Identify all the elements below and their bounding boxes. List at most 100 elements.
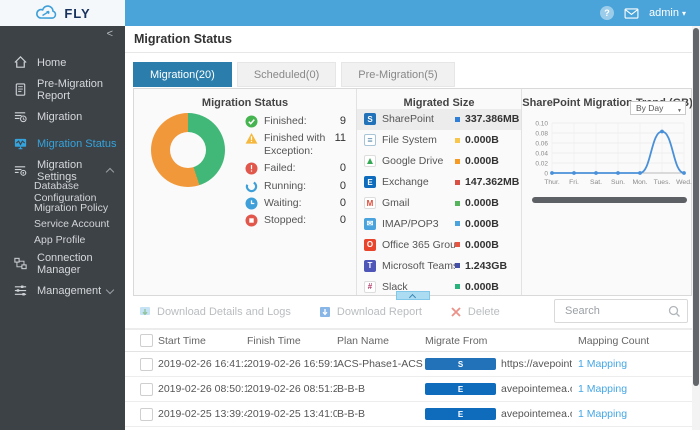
sidebar-item-management[interactable]: Management (0, 277, 125, 304)
office-365-groups-icon (364, 238, 376, 251)
col-plan-name: Plan Name (337, 334, 389, 347)
search-icon[interactable] (668, 305, 681, 318)
migrate-from-text: avepointemea.onmicrosoft.com(coby.liang@… (501, 408, 572, 420)
stat-value: 9 (339, 115, 346, 127)
size-row-imap-pop3[interactable]: IMAP/POP3 0.000B (357, 213, 521, 234)
microsoft-teams-icon (364, 259, 376, 272)
page-title: Migration Status (134, 32, 232, 46)
trend-interval-select[interactable]: By Day (630, 101, 686, 117)
size-row-gmail[interactable]: Gmail 0.000B (357, 193, 521, 214)
imap-pop3-icon (364, 217, 376, 230)
trend-horizontal-scrollbar[interactable] (532, 197, 687, 203)
sidebar-collapse-icon[interactable] (0, 26, 125, 42)
row-checkbox[interactable] (140, 357, 153, 371)
migration-status-panel-title: Migration Status (201, 97, 289, 109)
download-details-button[interactable]: Download Details and Logs (139, 306, 291, 318)
size-row-exchange[interactable]: Exchange 147.362MB (357, 172, 521, 193)
size-label: SharePoint (382, 113, 434, 126)
stat-stopped: Stopped: 0 (245, 214, 346, 227)
legend-bullet (455, 221, 460, 227)
page-scrollbar-thumb[interactable] (693, 28, 699, 386)
row-checkbox[interactable] (140, 407, 153, 421)
sidebar-subitem-label: App Profile (34, 234, 86, 246)
sidebar-item-migration[interactable]: Migration (0, 103, 125, 130)
mapping-link[interactable]: 1 Mapping (578, 383, 692, 395)
toolbar: Download Details and Logs Download Repor… (125, 299, 692, 325)
size-value-group: 147.362MB (455, 176, 519, 188)
svg-text:0: 0 (544, 170, 548, 177)
cell-migrate-from: https://avepointemea.sharepoint.com/site… (425, 358, 578, 370)
table-row[interactable]: 2019-02-25 13:39:41 2019-02-25 13:41:04 … (125, 402, 692, 427)
size-value: 0.000B (465, 238, 499, 251)
delete-button[interactable]: Delete (450, 306, 500, 318)
help-icon[interactable] (600, 6, 615, 20)
table-row[interactable]: 2019-02-26 16:41:23 2019-02-26 16:59:16 … (125, 352, 692, 377)
mail-icon[interactable] (624, 7, 639, 19)
sidebar-item-connection-manager[interactable]: Connection Manager (0, 250, 125, 277)
size-row-google-drive[interactable]: Google Drive 0.000B (357, 151, 521, 172)
sidebar-item-label: Migration (37, 110, 83, 123)
google-drive-icon (364, 155, 376, 168)
svg-text:Tues.: Tues. (654, 179, 671, 186)
size-value-group: 0.000B (455, 134, 517, 146)
sidebar-item-pre-migration-report[interactable]: Pre-Migration Report (0, 76, 125, 103)
select-all-checkbox[interactable] (140, 334, 153, 347)
download-report-icon (319, 306, 331, 318)
mapping-link[interactable]: 1 Mapping (578, 358, 692, 370)
sidebar-subitem-app-profile[interactable]: App Profile (0, 232, 125, 248)
stat-value: 0 (339, 179, 346, 192)
management-icon (12, 283, 28, 299)
sidebar-item-migration-settings[interactable]: Migration Settings (0, 157, 125, 184)
svg-text:Thur.: Thur. (544, 179, 560, 186)
admin-menu[interactable]: admin (649, 7, 686, 19)
svg-text:Wed.: Wed. (676, 179, 692, 186)
exchange-icon (425, 408, 496, 420)
col-finish-time: Finish Time (247, 334, 301, 347)
sidebar-item-label: Management (37, 284, 102, 297)
size-row-slack[interactable]: Slack 0.000B (357, 276, 521, 297)
row-checkbox[interactable] (140, 382, 153, 396)
sidebar-item-label: Migration Status (37, 137, 117, 150)
svg-text:0.04: 0.04 (535, 150, 548, 157)
running-spinner-icon (245, 180, 258, 193)
download-report-button[interactable]: Download Report (319, 306, 422, 318)
cell-plan-name: ACS-Phase1-ACS EMEA (337, 358, 425, 370)
sidebar-nav: Home Pre-Migration Report Migration Migr… (0, 49, 125, 304)
stopped-icon (245, 214, 258, 227)
svg-text:Sun.: Sun. (611, 179, 625, 186)
tab-pre-migration[interactable]: Pre-Migration(5) (341, 62, 455, 87)
sidebar-item-label: Pre-Migration Report (37, 77, 104, 102)
size-value-group: 0.000B (455, 281, 517, 293)
table-row[interactable]: 2019-02-26 08:50:11 2019-02-26 08:51:25 … (125, 377, 692, 402)
size-row-office-365-groups[interactable]: Office 365 Groups 0.000B (357, 234, 521, 255)
exchange-icon (425, 383, 496, 395)
stat-running: Running: 0 (245, 180, 346, 193)
logo: FLY (0, 0, 125, 26)
stat-value: 11 (334, 132, 346, 145)
stat-finished-with-exception: Finished with Exception: 11 (245, 132, 346, 158)
svg-text:Mon.: Mon. (632, 179, 647, 186)
col-mapping-count: Mapping Count (578, 334, 650, 347)
sidebar-subitem-database-configuration[interactable]: Database Configuration (0, 180, 125, 204)
delete-label: Delete (467, 306, 500, 318)
tab-migration[interactable]: Migration(20) (133, 62, 232, 87)
finished-check-icon (245, 115, 258, 128)
mapping-link[interactable]: 1 Mapping (578, 408, 692, 420)
size-row-microsoft-teams[interactable]: Microsoft Teams 1.243GB (357, 255, 521, 276)
size-value: 0.000B (465, 280, 499, 293)
trend-line-chart: 0.10 0.08 0.06 0.04 0.02 0 Thur. Fri. Sat. Sun. Mo… (535, 120, 692, 186)
sharepoint-icon (364, 113, 376, 126)
sidebar-item-home[interactable]: Home (0, 49, 125, 76)
size-value-group: 337.386MB (455, 113, 520, 126)
sidebar-item-migration-status[interactable]: Migration Status (0, 130, 125, 157)
sidebar-subitem-service-account[interactable]: Service Account (0, 216, 125, 232)
top-bar-right: admin (125, 0, 700, 26)
tab-scheduled[interactable]: Scheduled(0) (236, 62, 337, 87)
home-icon (12, 55, 28, 71)
size-value-group: 0.000B (455, 239, 517, 251)
sidebar-subitem-migration-policy[interactable]: Migration Policy (0, 200, 125, 216)
size-label: Exchange (382, 176, 429, 189)
size-row-sharepoint[interactable]: SharePoint 337.386MB (357, 109, 521, 130)
size-row-file-system[interactable]: File System 0.000B (357, 130, 521, 151)
size-value: 337.386MB (465, 113, 520, 126)
